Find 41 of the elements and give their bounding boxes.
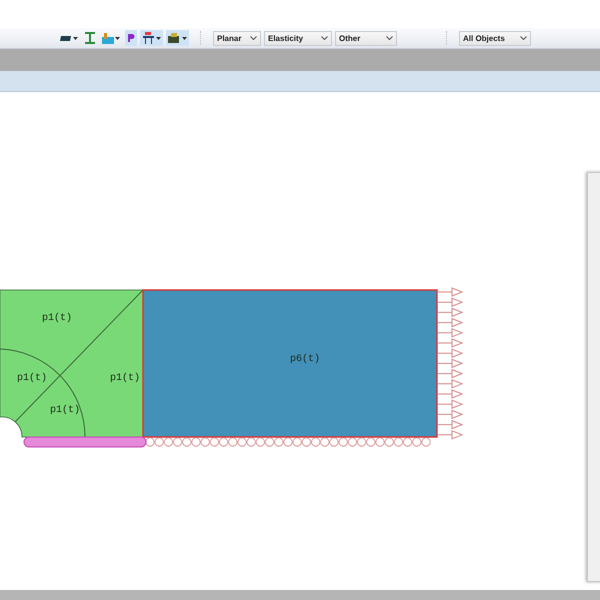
- load-arrow: [438, 410, 464, 419]
- region-label: p1(t): [17, 373, 48, 384]
- load-arrow: [438, 358, 464, 368]
- load-arrow: [438, 420, 464, 430]
- chevron-icon: [386, 36, 393, 40]
- load-arrow: [438, 328, 464, 338]
- block-icon: [60, 34, 72, 42]
- dropdown[interactable]: All Objects: [459, 30, 531, 46]
- region-label: p1(t): [42, 313, 72, 324]
- load-arrow: [438, 298, 464, 307]
- region-label: p1(t): [110, 373, 140, 384]
- table-icon: [142, 32, 155, 44]
- load-arrow: [438, 348, 464, 358]
- dropdown[interactable]: Other: [335, 30, 397, 46]
- load-arrow: [438, 369, 464, 378]
- caret-icon: [182, 36, 187, 40]
- chevron-icon: [321, 36, 328, 40]
- chevron-icon: [250, 36, 257, 40]
- region-label: p6(t): [290, 354, 320, 365]
- toolbar-button[interactable]: [166, 30, 189, 46]
- chart-icon: [102, 32, 114, 44]
- beam-icon: [85, 32, 95, 44]
- load-arrow: [438, 288, 464, 296]
- load-arrow: [438, 308, 464, 317]
- region-label: p1(t): [50, 405, 80, 416]
- caret-icon: [115, 36, 120, 40]
- letter-p-icon: [127, 33, 135, 43]
- load-arrow: [438, 390, 464, 398]
- caret-icon: [73, 36, 78, 40]
- load-arrow: [438, 379, 464, 388]
- load-arrow: [438, 400, 464, 409]
- load-arrow: [438, 318, 464, 328]
- load-arrow: [438, 338, 464, 348]
- caret-icon: [156, 36, 161, 40]
- chevron-icon: [520, 36, 527, 40]
- load-arrow: [438, 430, 464, 440]
- dropdown[interactable]: Elasticity: [264, 30, 332, 46]
- dropdown[interactable]: Planar: [213, 30, 261, 46]
- machine-icon: [168, 32, 181, 44]
- toolbar-button[interactable]: [140, 30, 163, 46]
- toolbar-button[interactable]: [125, 30, 137, 46]
